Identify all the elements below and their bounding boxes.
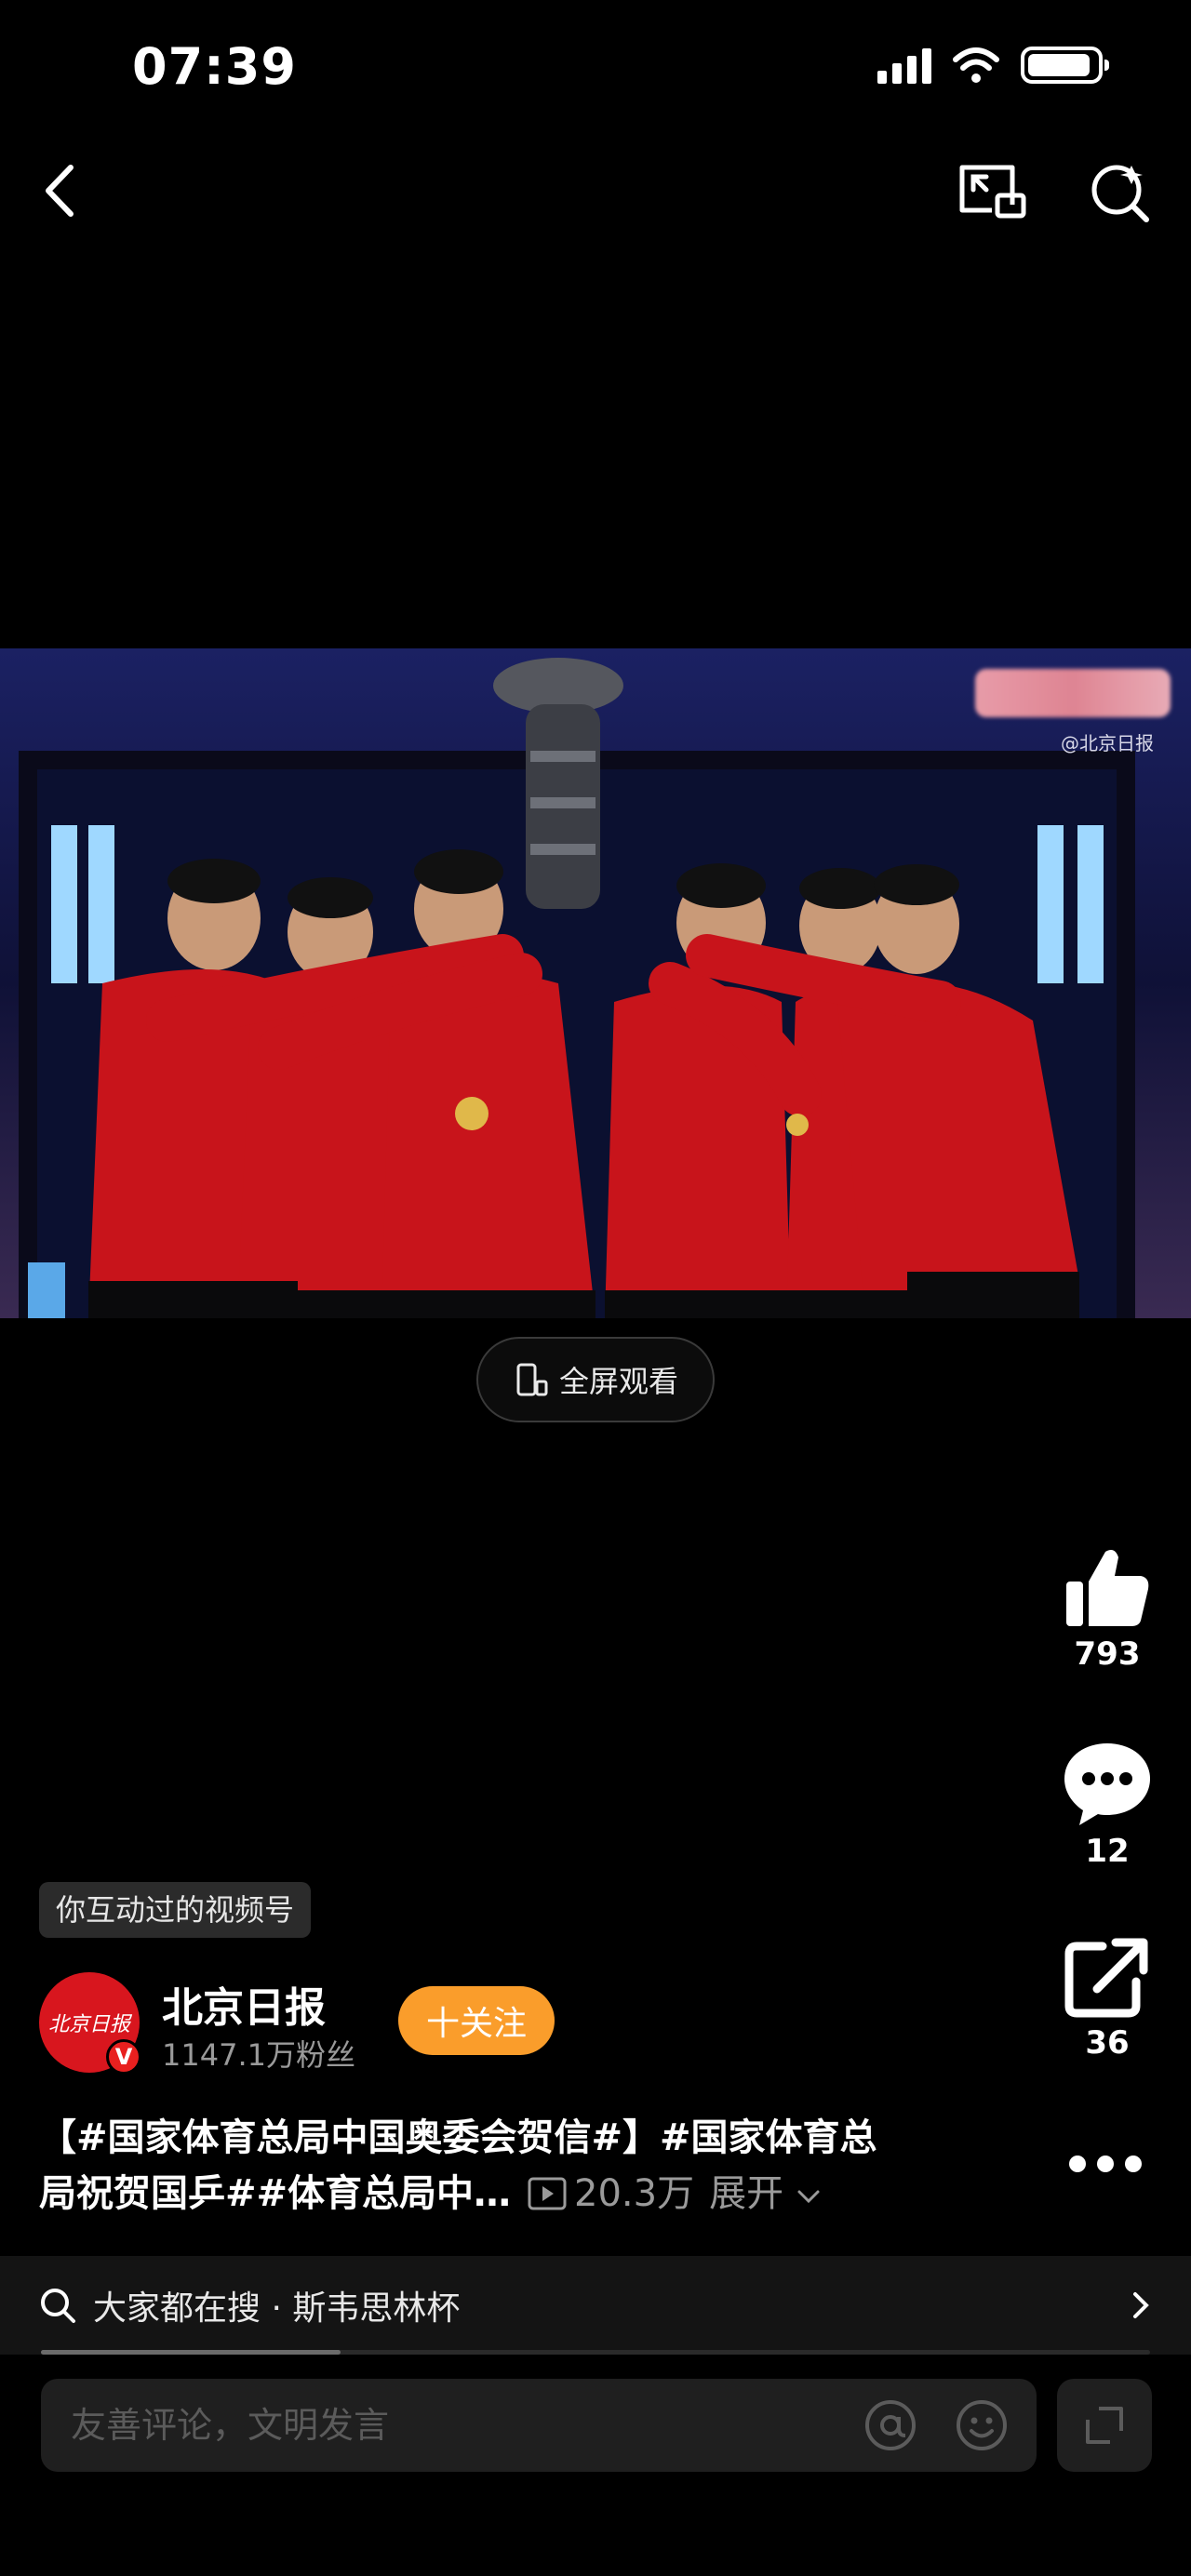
battery-icon — [1021, 47, 1109, 84]
fullscreen-button[interactable]: 全屏观看 — [476, 1337, 715, 1422]
share-button[interactable]: 36 — [1051, 1935, 1163, 2062]
trending-search-bar[interactable]: 大家都在搜 · 斯韦思林杯 — [0, 2256, 1191, 2355]
play-icon — [528, 2177, 567, 2210]
wifi-icon — [953, 47, 999, 83]
account-name[interactable]: 北京日报 — [162, 1974, 326, 2034]
more-options-icon[interactable] — [1066, 2151, 1144, 2177]
expand-label: 展开 — [709, 2172, 784, 2215]
signal-icon — [877, 47, 931, 84]
video-progress-fill — [41, 2350, 341, 2355]
like-button[interactable]: 793 — [1051, 1544, 1163, 1673]
chevron-down-icon — [797, 2190, 820, 2204]
back-icon[interactable] — [28, 158, 93, 223]
fullscreen-label: 全屏观看 — [558, 1364, 678, 1399]
description-line-2: 局祝贺国乒##体育总局中… — [39, 2172, 512, 2215]
comment-count: 12 — [1085, 1833, 1130, 1870]
video-watermark: @北京日报 — [1061, 732, 1154, 754]
chevron-right-icon — [1133, 2292, 1149, 2318]
like-count: 793 — [1074, 1635, 1141, 1673]
trending-search-text: 大家都在搜 · 斯韦思林杯 — [93, 2289, 461, 2328]
fan-count: 1147.1万粉丝 — [162, 2037, 355, 2073]
status-time: 07:39 — [132, 37, 297, 96]
post-description[interactable]: 【#国家体育总局中国奥委会贺信#】#国家体育总 局祝贺国乒##体育总局中… 20… — [39, 2110, 951, 2222]
expand-link[interactable]: 展开 — [709, 2166, 822, 2222]
share-count: 36 — [1085, 2024, 1130, 2062]
search-icon — [41, 2289, 75, 2323]
comment-input[interactable] — [69, 2404, 863, 2447]
share-icon — [1064, 1938, 1148, 2018]
picture-in-picture-icon[interactable] — [957, 158, 1031, 223]
status-icons — [877, 47, 1109, 84]
search-icon[interactable] — [1087, 158, 1154, 225]
comment-button[interactable]: 12 — [1051, 1738, 1163, 1870]
video-frame — [0, 648, 1191, 1318]
avatar[interactable]: 北京日报 V — [39, 1972, 141, 2075]
comment-box[interactable] — [41, 2379, 1037, 2472]
interaction-tag: 你互动过的视频号 — [39, 1882, 312, 1938]
phone-rotate-icon — [516, 1363, 548, 1396]
expand-comments-button[interactable] — [1057, 2379, 1152, 2472]
blurred-logo — [975, 669, 1171, 717]
video-progress-bar[interactable] — [41, 2350, 1150, 2355]
description-line-1: 【#国家体育总局中国奥委会贺信#】#国家体育总 — [39, 2116, 877, 2159]
thumbs-up-icon — [1066, 1550, 1149, 1626]
emoji-icon[interactable] — [955, 2398, 1009, 2452]
expand-icon — [1086, 2407, 1123, 2444]
follow-button[interactable]: 十关注 — [398, 1986, 555, 2055]
comment-bubble-icon — [1064, 1743, 1150, 1825]
view-count: 20.3万 — [528, 2166, 694, 2222]
mention-icon[interactable] — [863, 2398, 917, 2452]
verified-badge: V — [106, 2039, 141, 2075]
avatar-text: 北京日报 — [47, 2013, 130, 2036]
view-count-value: 20.3万 — [574, 2172, 695, 2215]
video-player[interactable]: @北京日报 — [0, 648, 1191, 1318]
